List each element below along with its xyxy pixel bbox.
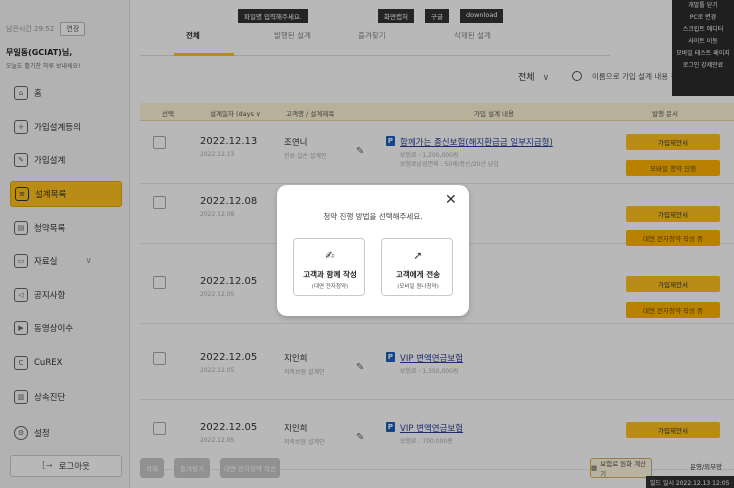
option-with-customer-button[interactable]: ✍ 고객과 함께 작성 (대면 전자청약) xyxy=(293,238,365,296)
option-label: 고객에게 전송 xyxy=(395,270,440,279)
subscription-method-modal: ✕ 청약 진행 방법을 선택해주세요. ✍ 고객과 함께 작성 (대면 전자청약… xyxy=(277,185,469,316)
close-icon[interactable]: ✕ xyxy=(445,193,457,207)
option-sub: (모바일 원나청약) xyxy=(397,284,439,290)
modal-title: 청약 진행 방법을 선택해주세요. xyxy=(323,212,423,221)
option-label: 고객과 함께 작성 xyxy=(303,270,357,279)
person-write-icon: ✍ xyxy=(325,249,335,262)
person-send-icon: ➚ xyxy=(413,249,423,262)
option-send-to-customer-button[interactable]: ➚ 고객에게 전송 (모바일 원나청약) xyxy=(381,238,453,296)
option-sub: (대면 전자청약) xyxy=(311,284,349,290)
